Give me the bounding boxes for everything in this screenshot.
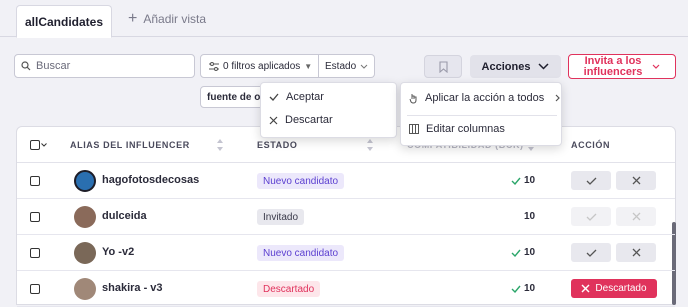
- menu-item-label: Descartar: [285, 114, 333, 126]
- plus-icon: +: [128, 10, 138, 27]
- chevron-down-icon: [360, 64, 368, 69]
- close-icon: [632, 212, 640, 221]
- check-icon: [511, 285, 521, 293]
- invite-label-line1: Invita a los: [584, 54, 642, 67]
- chevron-down-icon: [652, 64, 660, 69]
- accept-button[interactable]: [571, 243, 611, 262]
- close-icon: [632, 176, 640, 185]
- sort-icon[interactable]: [216, 138, 224, 152]
- score-cell: 10: [511, 247, 535, 258]
- acciones-label: Acciones: [481, 60, 531, 73]
- table-row[interactable]: dulceida Invitado 10: [17, 199, 675, 235]
- menu-item-edit-columns[interactable]: Editar columnas: [409, 123, 505, 135]
- menu-item-accept[interactable]: Aceptar: [269, 91, 324, 103]
- status-badge: Descartado: [257, 281, 321, 297]
- table-row[interactable]: hagofotosdecosas Nuevo candidato 10: [17, 163, 675, 199]
- check-icon: [586, 213, 596, 221]
- check-icon: [586, 177, 596, 185]
- header-estado[interactable]: ESTADO: [257, 140, 297, 150]
- menu-item-label: Aplicar la acción a todos: [425, 92, 545, 104]
- header-accion: ACCIÓN: [571, 140, 611, 150]
- close-icon: [632, 248, 640, 257]
- add-view-tab[interactable]: + Añadir vista: [128, 10, 207, 27]
- status-badge: Nuevo candidato: [257, 173, 345, 189]
- fuente-filter-chip[interactable]: fuente de origen: [200, 86, 264, 108]
- estado-label: Estado: [325, 60, 357, 72]
- close-icon: [581, 284, 590, 293]
- chevron-right-icon: [555, 94, 561, 102]
- menu-divider: [407, 115, 557, 116]
- row-checkbox[interactable]: [30, 212, 40, 222]
- table-row[interactable]: Yo -v2 Nuevo candidato 10: [17, 235, 675, 271]
- avatar: [74, 170, 96, 192]
- discard-button[interactable]: [616, 207, 656, 226]
- discarded-button[interactable]: Descartado: [571, 279, 657, 298]
- filter-sliders-icon: [209, 61, 219, 71]
- menu-item-label: Aceptar: [286, 91, 324, 103]
- score-value: 10: [524, 283, 536, 294]
- select-all-checkbox[interactable]: [30, 140, 40, 150]
- score-cell: 10: [524, 211, 535, 222]
- close-icon: [269, 116, 278, 124]
- row-checkbox[interactable]: [30, 284, 40, 294]
- discarded-label: Descartado: [595, 283, 647, 294]
- row-checkbox[interactable]: [30, 248, 40, 258]
- status-badge: Nuevo candidato: [257, 245, 345, 261]
- check-icon: [586, 249, 596, 257]
- check-icon: [269, 93, 279, 101]
- add-view-label: Añadir vista: [143, 12, 207, 26]
- influencer-alias[interactable]: hagofotosdecosas: [102, 174, 199, 186]
- filters-button[interactable]: 0 filtros aplicados ▼: [200, 54, 319, 78]
- menu-item-label: Editar columnas: [426, 123, 505, 135]
- acciones-button[interactable]: Acciones: [470, 55, 561, 78]
- status-badge: Invitado: [257, 209, 305, 225]
- estado-menu: Aceptar Descartar: [260, 82, 397, 138]
- accept-button[interactable]: [571, 171, 611, 190]
- columns-icon: [409, 124, 419, 134]
- discard-button[interactable]: [616, 243, 656, 262]
- menu-item-apply-all[interactable]: Aplicar la acción a todos: [409, 92, 561, 104]
- invite-influencers-button[interactable]: Invita a los influencers: [568, 54, 676, 79]
- search-icon: [21, 61, 31, 71]
- score-cell: 10: [511, 175, 535, 186]
- influencer-alias[interactable]: shakira - v3: [102, 282, 163, 294]
- header-alias[interactable]: ALIAS DEL INFLUENCER: [70, 140, 190, 150]
- acciones-menu: Aplicar la acción a todos Editar columna…: [400, 82, 562, 146]
- score-value: 10: [524, 247, 536, 258]
- check-icon: [511, 177, 521, 185]
- search-box[interactable]: [14, 54, 195, 78]
- discard-button[interactable]: [616, 171, 656, 190]
- estado-dropdown[interactable]: Estado: [319, 54, 375, 78]
- influencer-alias[interactable]: Yo -v2: [102, 246, 134, 258]
- bookmark-button[interactable]: [424, 55, 462, 78]
- hand-pointer-icon: [409, 93, 417, 104]
- avatar: [74, 206, 96, 228]
- row-checkbox[interactable]: [30, 176, 40, 186]
- check-icon: [511, 249, 521, 257]
- sort-icon[interactable]: [366, 138, 374, 152]
- bookmark-icon: [438, 60, 448, 73]
- score-value: 10: [524, 175, 536, 186]
- avatar: [74, 278, 96, 300]
- accept-button[interactable]: [571, 207, 611, 226]
- score-cell: 10: [511, 283, 535, 294]
- tab-all-candidates[interactable]: allCandidates: [16, 5, 112, 38]
- search-input[interactable]: [36, 60, 186, 72]
- caret-down-icon: ▼: [304, 61, 313, 71]
- table-row[interactable]: shakira - v3 Descartado 10 Descartado: [17, 271, 675, 307]
- score-value: 10: [524, 211, 536, 222]
- avatar: [74, 242, 96, 264]
- influencer-alias[interactable]: dulceida: [102, 210, 147, 222]
- menu-item-discard[interactable]: Descartar: [269, 114, 333, 126]
- invite-label-line2: influencers: [583, 65, 643, 78]
- chevron-down-icon[interactable]: [41, 143, 47, 147]
- filters-label: 0 filtros aplicados: [223, 60, 301, 72]
- chevron-down-icon: [538, 63, 549, 70]
